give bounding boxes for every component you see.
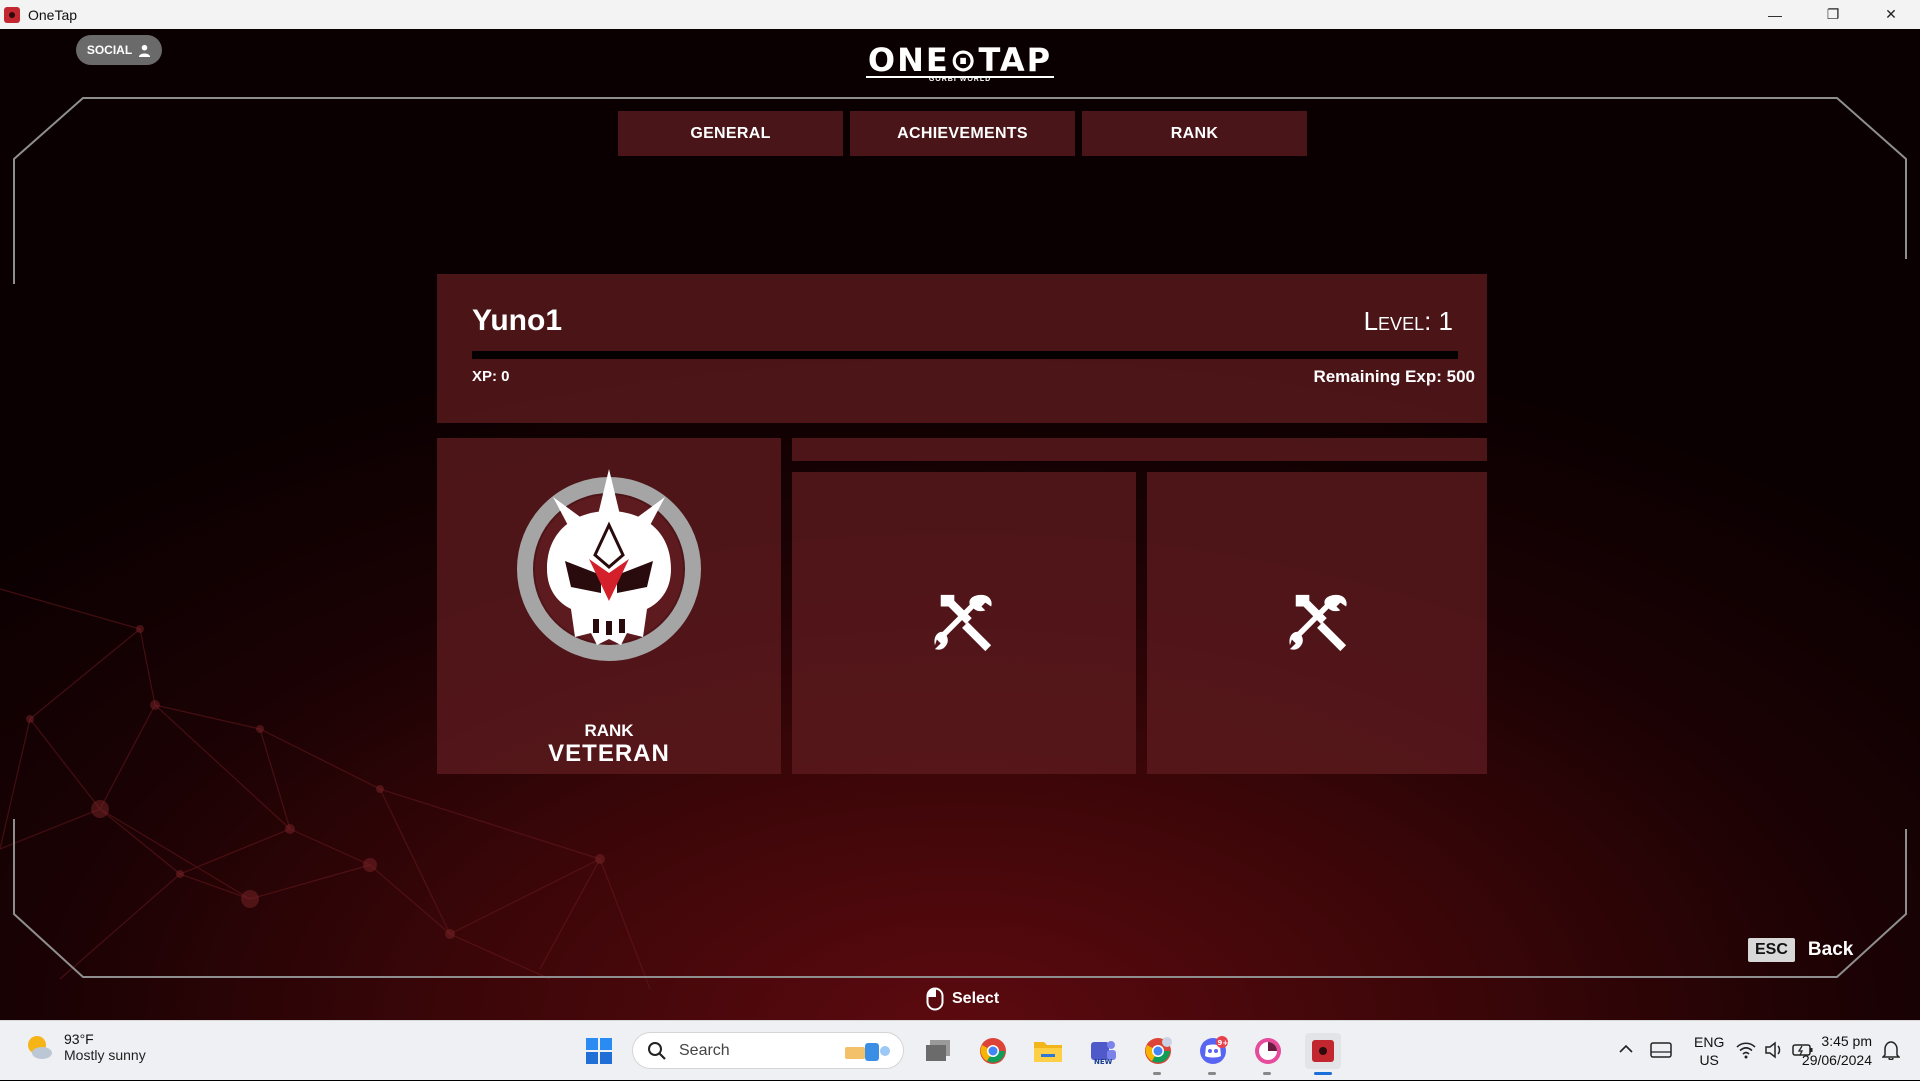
region-code: US [1699, 1052, 1719, 1068]
taskbar-search[interactable]: Search [632, 1032, 904, 1069]
search-placeholder: Search [679, 1041, 730, 1059]
active-indicator [1314, 1072, 1332, 1075]
tab-general[interactable]: GENERAL [618, 111, 843, 156]
level-label: Level: 1 [1363, 306, 1453, 336]
taskbar-app-chrome-profile[interactable] [1140, 1033, 1176, 1075]
xp-progress-bar [472, 351, 1458, 359]
onetap-logo: ONE⊙TAP GORBI WORLD [860, 41, 1060, 83]
svg-text:NEW: NEW [1094, 1058, 1113, 1066]
person-icon [139, 44, 151, 57]
profile-tabs: GENERAL ACHIEVEMENTS RANK [618, 111, 1307, 156]
hammer-wrench-icon [1289, 594, 1347, 652]
logo-underline [866, 76, 1054, 78]
skull-crown-emblem-icon [517, 469, 701, 661]
profile-panel: Yuno1 Level: 1 XP: 0 Remaining Exp: 500 [437, 274, 1487, 423]
back-hint[interactable]: ESC Back [1748, 938, 1853, 962]
game-screen: SOCIAL ONE⊙TAP GORBI WORLD GENERAL ACHIE… [0, 29, 1920, 1020]
discord-icon: 9+ [1200, 1036, 1229, 1064]
taskbar-app-task-view[interactable] [920, 1033, 956, 1069]
esc-key: ESC [1748, 938, 1795, 962]
taskbar-app-discord[interactable]: 9+ [1195, 1033, 1231, 1075]
search-icon [648, 1041, 666, 1060]
username: Yuno1 [472, 304, 563, 337]
teams-icon: NEW [1091, 1041, 1116, 1066]
taskbar-app-teams[interactable]: NEW [1085, 1033, 1121, 1069]
clock-time: 3:45 pm [1821, 1033, 1872, 1049]
logo-text: ONE⊙TAP [867, 41, 1053, 79]
rank-label: RANK [584, 721, 634, 740]
language-indicator[interactable]: ENG US [1694, 1033, 1724, 1069]
xp-label: XP: 0 [472, 368, 510, 385]
sun-cloud-icon [28, 1036, 52, 1059]
hammer-wrench-icon [934, 594, 992, 652]
volume-icon [1765, 1041, 1781, 1059]
tab-rank[interactable]: RANK [1082, 111, 1307, 156]
onetap-icon [1312, 1040, 1334, 1062]
window-title: OneTap [28, 6, 78, 23]
social-label: SOCIAL [86, 43, 133, 57]
weather-temperature: 93°F [64, 1031, 94, 1047]
rank-card: RANK VETERAN [437, 438, 781, 774]
taskbar-app-file-explorer[interactable] [1030, 1033, 1066, 1069]
wifi-icon [1736, 1042, 1756, 1059]
taskbar: 93°F Mostly sunny Search NEW 9+ ENG US 3… [0, 1020, 1920, 1080]
folder-icon [1034, 1042, 1062, 1062]
running-indicator [1263, 1072, 1271, 1075]
weather-widget[interactable]: 93°F Mostly sunny [24, 1031, 146, 1063]
taskbar-app-chrome[interactable] [975, 1033, 1011, 1069]
touch-keyboard-icon[interactable] [1650, 1041, 1672, 1059]
clock-date: 29/06/2024 [1801, 1052, 1872, 1068]
running-indicator [1153, 1072, 1161, 1075]
osu-icon [1255, 1038, 1281, 1064]
task-view-icon [926, 1040, 950, 1061]
chevron-up-icon[interactable] [1618, 1041, 1634, 1057]
section-header-bar [792, 438, 1487, 461]
social-button[interactable]: SOCIAL [76, 35, 162, 65]
select-label: Select [952, 990, 1000, 1007]
running-indicator [1208, 1072, 1216, 1075]
mouse-icon [926, 987, 944, 1011]
taskbar-app-osu[interactable] [1250, 1033, 1286, 1075]
window-controls: — ❐ ✕ [1746, 0, 1920, 29]
discord-badge: 9+ [1218, 1039, 1229, 1047]
language-code: ENG [1694, 1034, 1725, 1050]
restore-button[interactable]: ❐ [1804, 0, 1862, 29]
chrome-icon [980, 1038, 1006, 1064]
locked-card-2[interactable] [1147, 472, 1487, 774]
back-label: Back [1807, 939, 1854, 960]
window-titlebar: OneTap — ❐ ✕ [0, 0, 1920, 29]
windows-start-icon[interactable] [585, 1037, 613, 1065]
taskbar-app-onetap[interactable] [1305, 1033, 1341, 1075]
taskbar-apps: NEW 9+ [920, 1033, 1341, 1075]
tab-achievements[interactable]: ACHIEVEMENTS [850, 111, 1075, 156]
onetap-app-icon [4, 6, 20, 23]
notification-bell-icon[interactable] [1882, 1040, 1900, 1060]
minimize-button[interactable]: — [1746, 0, 1804, 29]
chrome-profile-icon [1145, 1037, 1172, 1064]
system-clock[interactable]: 3:45 pm 29/06/2024 [1788, 1032, 1872, 1070]
locked-card-1[interactable] [792, 472, 1136, 774]
search-highlight-icon [845, 1043, 890, 1061]
remaining-exp-label: Remaining Exp: 500 [1313, 367, 1475, 386]
close-button[interactable]: ✕ [1862, 0, 1920, 29]
weather-description: Mostly sunny [64, 1047, 146, 1063]
rank-name: VETERAN [548, 740, 670, 767]
select-hint: Select [926, 987, 999, 1011]
